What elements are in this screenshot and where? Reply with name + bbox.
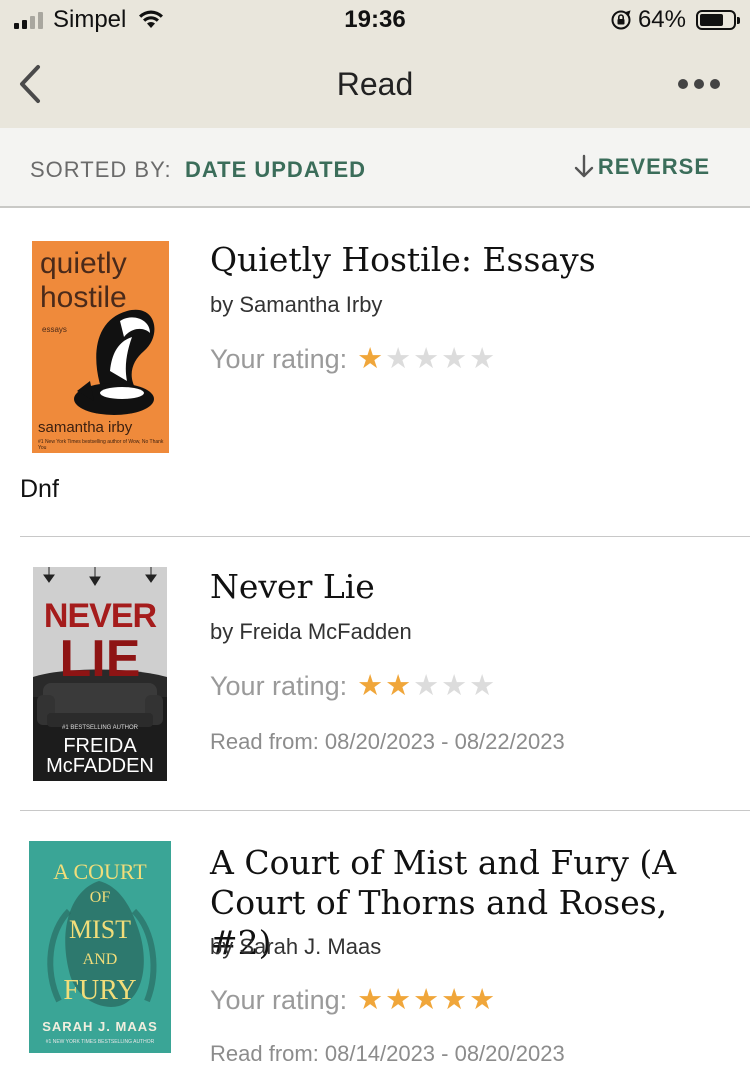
review-text: Dnf <box>20 475 59 503</box>
cover-title-line: A COURT <box>53 859 147 884</box>
star-filled-icon[interactable]: ★ <box>413 986 439 1015</box>
star-filled-icon[interactable]: ★ <box>469 986 495 1015</box>
star-empty-icon[interactable]: ★ <box>413 345 439 374</box>
cover-author: samantha irby <box>38 419 133 436</box>
book-cover[interactable]: A COURT OF MIST AND FURY SARAH J. MAAS #… <box>29 841 171 1053</box>
sort-label: SORTED BY: <box>30 157 172 182</box>
cover-title-line: FURY <box>63 975 137 1006</box>
battery-percent: 64% <box>637 6 686 33</box>
cover-title-line: OF <box>89 889 111 906</box>
rating-label: Your rating: <box>210 344 348 374</box>
star-rating[interactable]: ★ ★ ★ ★ ★ <box>357 345 495 374</box>
cover-title-line: LIE <box>59 630 141 688</box>
star-filled-icon[interactable]: ★ <box>385 672 411 701</box>
status-right: 64% <box>610 6 740 34</box>
rating-row: Your rating: ★ ★ ★ ★ ★ <box>210 344 495 375</box>
sort-field-button[interactable]: DATE UPDATED <box>185 157 366 183</box>
rating-row: Your rating: ★ ★ ★ ★ ★ <box>210 985 495 1016</box>
book-title[interactable]: Never Lie <box>210 567 730 607</box>
star-filled-icon[interactable]: ★ <box>357 345 383 374</box>
cover-tagline: #1 BESTSELLING AUTHOR <box>61 725 139 731</box>
carrier-name: Simpel <box>53 6 127 33</box>
star-rating[interactable]: ★ ★ ★ ★ ★ <box>357 986 495 1015</box>
cover-author: SARAH J. MAAS <box>42 1019 158 1034</box>
star-empty-icon[interactable]: ★ <box>385 345 411 374</box>
cover-title-line: MIST <box>68 915 132 944</box>
book-author[interactable]: by Sarah J. Maas <box>210 934 381 960</box>
star-empty-icon[interactable]: ★ <box>413 672 439 701</box>
star-filled-icon[interactable]: ★ <box>385 986 411 1015</box>
book-title[interactable]: Quietly Hostile: Essays <box>210 240 730 280</box>
star-rating[interactable]: ★ ★ ★ ★ ★ <box>357 672 495 701</box>
cover-author-line: McFADDEN <box>46 755 154 777</box>
book-author[interactable]: by Freida McFadden <box>210 619 412 645</box>
page-title: Read <box>336 66 414 102</box>
rating-label: Your rating: <box>210 985 348 1015</box>
nav-bar: Read <box>0 42 750 128</box>
star-empty-icon[interactable]: ★ <box>441 672 467 701</box>
more-horizontal-icon <box>678 79 720 89</box>
rating-row: Your rating: ★ ★ ★ ★ ★ <box>210 671 495 702</box>
cover-tagline: #1 New York Times bestselling author of … <box>38 439 164 451</box>
rating-label: Your rating: <box>210 671 348 701</box>
sort-bar: SORTED BY: DATE UPDATED REVERSE <box>0 128 750 208</box>
cellular-signal-icon <box>14 11 43 29</box>
read-dates: Read from: 08/20/2023 - 08/22/2023 <box>210 729 565 754</box>
book-cover[interactable]: quietly hostile essays samantha irby #1 … <box>32 241 169 453</box>
cover-tagline: #1 NEW YORK TIMES BESTSELLING AUTHOR <box>45 1039 155 1045</box>
more-options-button[interactable] <box>676 72 722 96</box>
book-cover[interactable]: NEVER LIE #1 BESTSELLING AUTHOR FREIDA M… <box>33 567 167 781</box>
star-empty-icon[interactable]: ★ <box>469 345 495 374</box>
orientation-lock-icon <box>611 10 631 30</box>
star-empty-icon[interactable]: ★ <box>469 672 495 701</box>
cover-title-line: AND <box>82 951 118 968</box>
divider <box>20 536 750 537</box>
reverse-label: REVERSE <box>597 154 710 179</box>
star-filled-icon[interactable]: ★ <box>441 986 467 1015</box>
battery-icon <box>696 10 740 30</box>
status-bar: Simpel 19:36 64% <box>0 0 750 42</box>
star-filled-icon[interactable]: ★ <box>357 986 383 1015</box>
arrow-down-icon <box>574 154 594 178</box>
status-left: Simpel <box>14 6 164 34</box>
reverse-sort-button[interactable]: REVERSE <box>572 154 710 180</box>
wifi-icon <box>139 10 164 28</box>
star-empty-icon[interactable]: ★ <box>441 345 467 374</box>
read-dates: Read from: 08/14/2023 - 08/20/2023 <box>210 1041 565 1066</box>
star-filled-icon[interactable]: ★ <box>357 672 383 701</box>
book-author[interactable]: by Samantha Irby <box>210 292 382 318</box>
divider <box>20 810 750 811</box>
